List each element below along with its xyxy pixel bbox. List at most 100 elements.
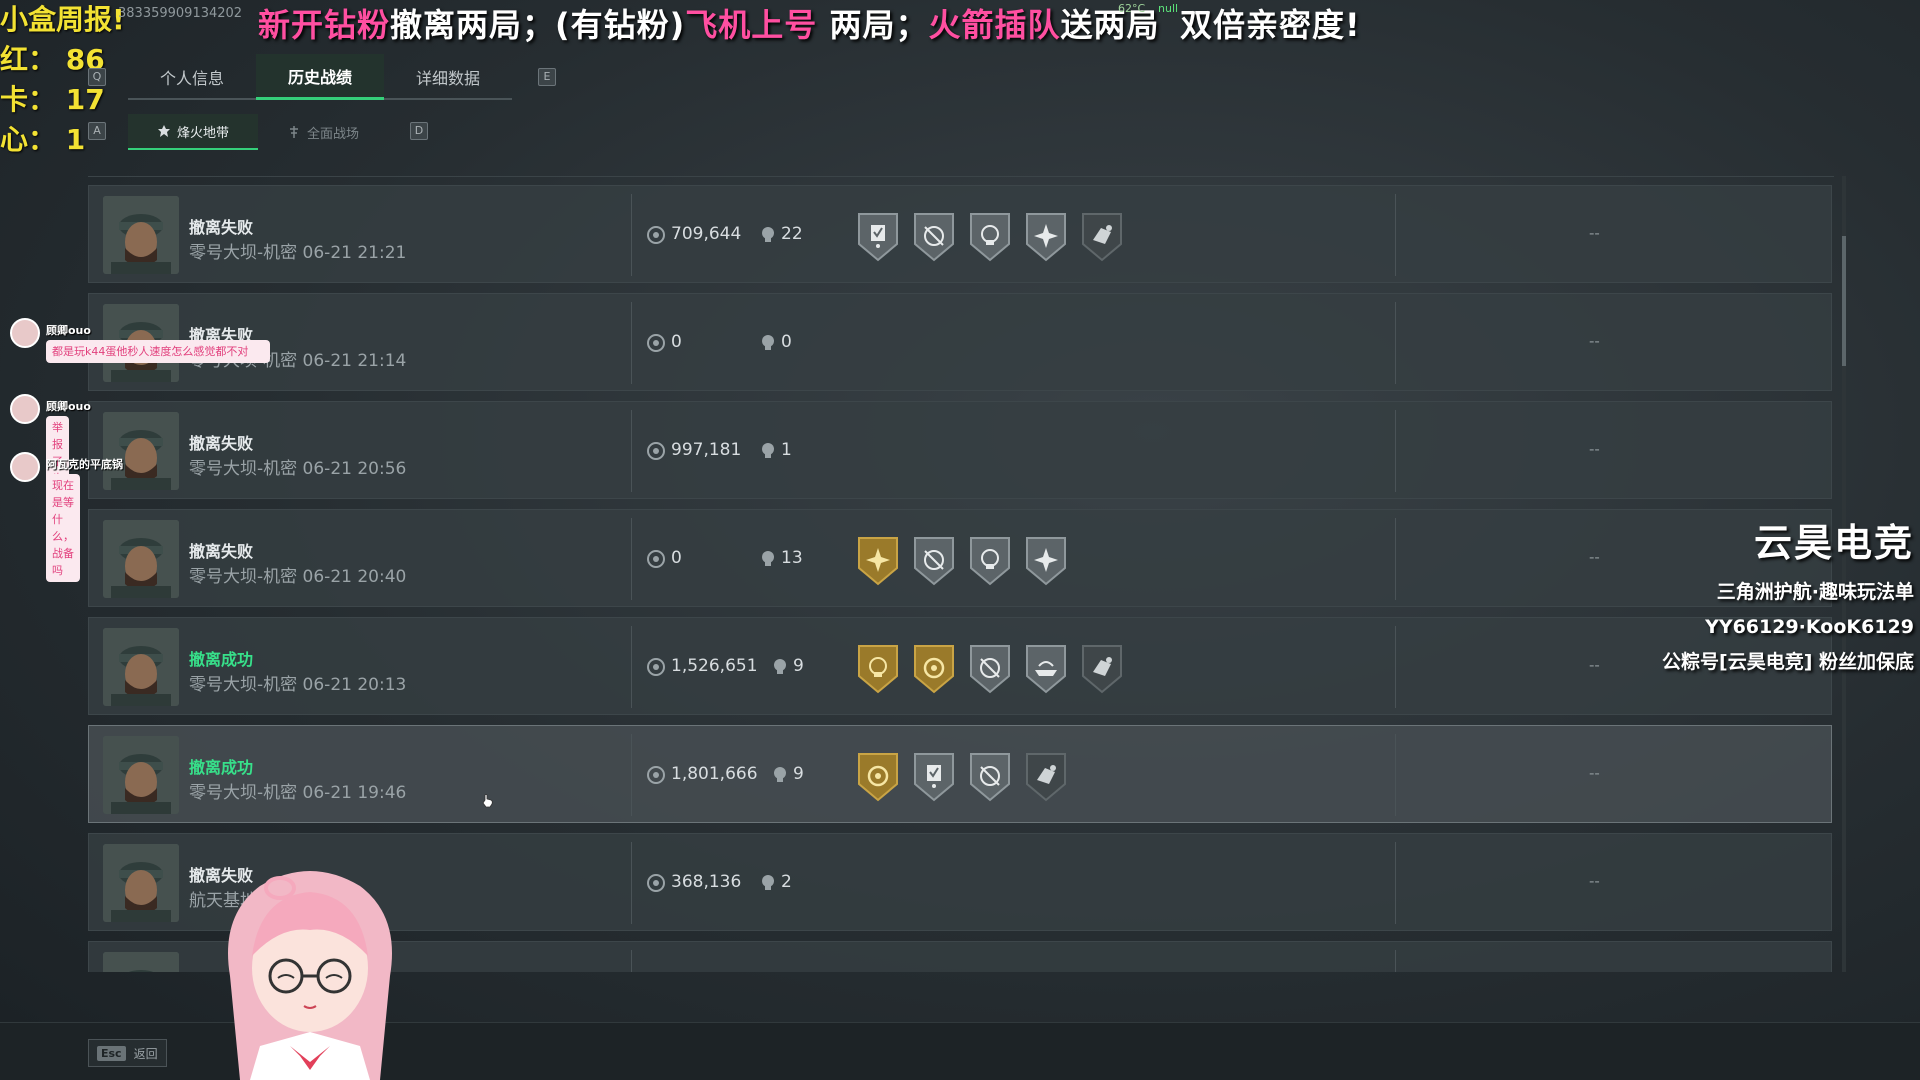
operator-avatar bbox=[103, 736, 179, 814]
operator-avatar bbox=[103, 952, 179, 972]
kill-count: 13 bbox=[781, 548, 803, 568]
esc-key: Esc bbox=[97, 1045, 126, 1061]
main-tabs: 个人信息 历史战绩 详细数据 bbox=[128, 54, 512, 100]
back-button[interactable]: Esc 返回 bbox=[88, 1039, 167, 1067]
match-row[interactable]: 撤离成功 零号大坝-机密 06-21 20:13 1,526,651 9 -- bbox=[88, 617, 1832, 715]
extraction-status: 撤离成功 bbox=[189, 758, 254, 777]
map-name: 零号大坝-机密 bbox=[189, 783, 298, 803]
hand-badge[interactable] bbox=[1079, 642, 1125, 694]
sponsor-promo: 云昊电竞 三角洲护航·趣味玩法单 YY66129·KooK6129 公粽号[云昊… bbox=[1662, 512, 1914, 680]
kill-count: 9 bbox=[793, 656, 804, 676]
operator-avatar bbox=[103, 412, 179, 490]
divider bbox=[1395, 626, 1396, 708]
loot-value: 1,801,666 bbox=[671, 764, 758, 784]
divider bbox=[631, 734, 632, 816]
divider bbox=[631, 194, 632, 276]
divider bbox=[631, 518, 632, 600]
tablet-badge[interactable] bbox=[855, 210, 901, 262]
promo-line: 三角洲护航·趣味玩法单 bbox=[1716, 581, 1914, 603]
match-time: 06-21 21:21 bbox=[302, 243, 407, 263]
divider bbox=[1395, 950, 1396, 972]
extraction-status: 撤离失败 bbox=[189, 542, 254, 561]
match-row[interactable]: 撤离失败零号大坝-机密 06-21 21:1400-- bbox=[88, 293, 1832, 391]
chat-username: 顾卿ouo bbox=[46, 324, 91, 337]
kill-count: 0 bbox=[781, 332, 792, 352]
gold-coin-badge[interactable] bbox=[855, 750, 901, 802]
kill-icon bbox=[762, 551, 774, 566]
extraction-status: 撤离失败 bbox=[189, 218, 254, 237]
promo-line: YY66129·KooK6129 bbox=[1705, 616, 1914, 638]
match-row[interactable]: 撤离成功 零号大坝-机密 06-21 19:46 1,801,666 9 -- bbox=[88, 725, 1832, 823]
chat-avatar bbox=[10, 394, 40, 424]
divider bbox=[631, 950, 632, 972]
shield-skull-badge[interactable] bbox=[967, 210, 1013, 262]
divider bbox=[631, 626, 632, 708]
promo-banner-tail: 双倍亲密度! bbox=[1180, 6, 1361, 44]
extraction-status: 撤离成功 bbox=[189, 650, 254, 669]
target-badge[interactable] bbox=[911, 534, 957, 586]
key-hint-d: D bbox=[410, 122, 428, 140]
chat-avatar bbox=[10, 318, 40, 348]
match-row[interactable]: 撤离失败 零号大坝-机密 06-21 20:40 0 13 -- bbox=[88, 509, 1832, 607]
loot-value: 1,526,651 bbox=[671, 656, 758, 676]
gold-skull-badge[interactable] bbox=[855, 642, 901, 694]
extraction-status: 撤离失败 bbox=[189, 434, 254, 453]
star-burst-badge[interactable] bbox=[1023, 534, 1069, 586]
target-badge[interactable] bbox=[967, 642, 1013, 694]
hazard-zone-icon bbox=[157, 125, 170, 137]
hand-badge[interactable] bbox=[1079, 210, 1125, 262]
match-time: 06-21 21:14 bbox=[302, 351, 407, 371]
match-row[interactable]: 撤离失败 零号大坝-机密 06-21 20:56 997,181 1 -- bbox=[88, 401, 1832, 499]
chat-avatar bbox=[10, 452, 40, 482]
temp-readout: 62°C bbox=[1118, 2, 1146, 15]
target-badge[interactable] bbox=[967, 750, 1013, 802]
weekly-title: 小盒周报! bbox=[0, 3, 125, 36]
match-row[interactable]: 撤离失败 零号大坝-机密 06-21 21:21 709,644 22 -- bbox=[88, 185, 1832, 283]
currency-icon bbox=[647, 334, 665, 352]
map-name: 零号大坝-机密 bbox=[189, 459, 298, 479]
loot-value: 0 bbox=[671, 332, 682, 352]
operator-avatar bbox=[103, 196, 179, 274]
boat-badge[interactable] bbox=[1023, 642, 1069, 694]
map-and-time: 零号大坝-机密 06-21 21:21 bbox=[189, 238, 406, 263]
operator-avatar bbox=[103, 520, 179, 598]
tab-personal-info[interactable]: 个人信息 bbox=[128, 54, 256, 100]
key-hint-a: A bbox=[88, 122, 106, 140]
currency-icon bbox=[647, 226, 665, 244]
tab-mode-warfare[interactable]: 全面战场 bbox=[258, 114, 388, 150]
result-placeholder: -- bbox=[1589, 656, 1600, 674]
key-hint-e: E bbox=[538, 68, 556, 86]
tab-match-history[interactable]: 历史战绩 bbox=[256, 54, 384, 100]
gold-sun-badge[interactable] bbox=[855, 534, 901, 586]
loot-value: 997,181 bbox=[671, 440, 742, 460]
star-burst-badge[interactable] bbox=[1023, 210, 1069, 262]
tab-mode-hazard-zone[interactable]: 烽火地带 bbox=[128, 114, 258, 150]
promo-banner: 新开钻粉撤离两局；(有钻粉)飞机上号 两局；火箭插队送两局 bbox=[258, 6, 1160, 44]
heart-count: 心： 1 bbox=[0, 123, 86, 156]
shield-skull-badge[interactable] bbox=[967, 534, 1013, 586]
currency-icon bbox=[647, 766, 665, 784]
divider bbox=[631, 410, 632, 492]
kill-icon bbox=[762, 443, 774, 458]
warfare-icon bbox=[289, 126, 298, 138]
hand-badge[interactable] bbox=[1023, 750, 1069, 802]
divider bbox=[1395, 194, 1396, 276]
sponsor-logo: 云昊电竞 bbox=[1753, 521, 1914, 565]
kill-icon bbox=[774, 767, 786, 782]
mouse-cursor bbox=[482, 794, 493, 808]
target-badge[interactable] bbox=[911, 210, 957, 262]
kill-icon bbox=[762, 875, 774, 890]
kill-count: 9 bbox=[793, 764, 804, 784]
divider bbox=[1395, 734, 1396, 816]
gold-coin-badge[interactable] bbox=[911, 642, 957, 694]
stream-id: 383359909134202 bbox=[118, 6, 243, 21]
back-label: 返回 bbox=[133, 1046, 158, 1061]
tab-detailed-data[interactable]: 详细数据 bbox=[384, 54, 512, 100]
result-placeholder: -- bbox=[1589, 764, 1600, 782]
scrollbar-thumb[interactable] bbox=[1842, 236, 1846, 366]
loot-value: 0 bbox=[671, 548, 682, 568]
kill-count: 1 bbox=[781, 440, 792, 460]
tablet-badge[interactable] bbox=[911, 750, 957, 802]
red-count: 红： 86 bbox=[0, 43, 105, 76]
loot-value: 368,136 bbox=[671, 872, 742, 892]
